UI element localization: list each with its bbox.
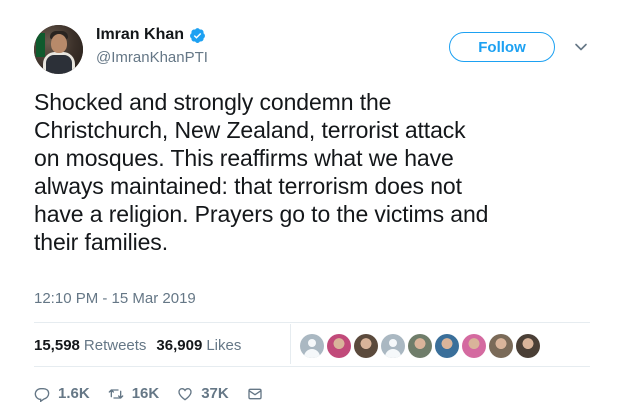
author-name-row[interactable]: Imran Khan — [96, 26, 206, 44]
liker-avatar[interactable] — [381, 334, 405, 358]
reply-count: 1.6K — [58, 385, 90, 402]
engagement-stats: 15,598 Retweets 36,909 Likes — [34, 337, 241, 354]
author-name[interactable]: Imran Khan — [96, 26, 184, 44]
liker-avatar[interactable] — [516, 334, 540, 358]
retweet-count: 16K — [131, 385, 160, 402]
likes-stat[interactable]: 36,909 Likes — [156, 337, 241, 354]
retweets-label: Retweets — [83, 337, 147, 354]
author-handle[interactable]: @ImranKhanPTI — [96, 49, 208, 66]
tweet-timestamp[interactable]: 12:10 PM - 15 Mar 2019 — [34, 290, 196, 307]
reply-icon — [34, 387, 50, 402]
avatar-vest — [46, 55, 72, 74]
liker-avatars — [300, 334, 543, 358]
liker-avatar[interactable] — [327, 334, 351, 358]
avatar-flag — [36, 33, 45, 57]
liker-avatar[interactable] — [462, 334, 486, 358]
like-action[interactable]: 37K — [177, 385, 229, 402]
likes-count: 36,909 — [156, 337, 203, 354]
retweets-count: 15,598 — [34, 337, 80, 354]
divider-bottom — [34, 366, 590, 367]
reply-action[interactable]: 1.6K — [34, 385, 90, 402]
chevron-down-icon[interactable] — [574, 40, 588, 54]
avatar-face — [51, 34, 67, 53]
envelope-icon — [248, 388, 262, 399]
action-bar: 1.6K 16K 37K — [34, 385, 289, 402]
liker-avatar[interactable] — [408, 334, 432, 358]
verified-badge-icon — [190, 27, 205, 43]
liker-avatar[interactable] — [354, 334, 378, 358]
like-count: 37K — [201, 385, 229, 402]
stats-separator — [290, 324, 291, 364]
heart-icon — [178, 387, 192, 400]
author-avatar[interactable] — [34, 25, 83, 74]
retweet-action[interactable]: 16K — [108, 385, 160, 402]
liker-avatar[interactable] — [300, 334, 324, 358]
tweet-card: Imran Khan @ImranKhanPTI Follow Shocked … — [0, 0, 626, 420]
direct-message-action[interactable] — [247, 386, 271, 402]
liker-avatar[interactable] — [435, 334, 459, 358]
retweets-stat[interactable]: 15,598 Retweets — [34, 337, 146, 354]
liker-avatar[interactable] — [489, 334, 513, 358]
follow-button[interactable]: Follow — [449, 32, 555, 62]
tweet-text: Shocked and strongly condemn the Christc… — [34, 89, 489, 255]
likes-label: Likes — [206, 337, 242, 354]
divider-top — [34, 322, 590, 323]
retweet-icon — [108, 388, 124, 399]
